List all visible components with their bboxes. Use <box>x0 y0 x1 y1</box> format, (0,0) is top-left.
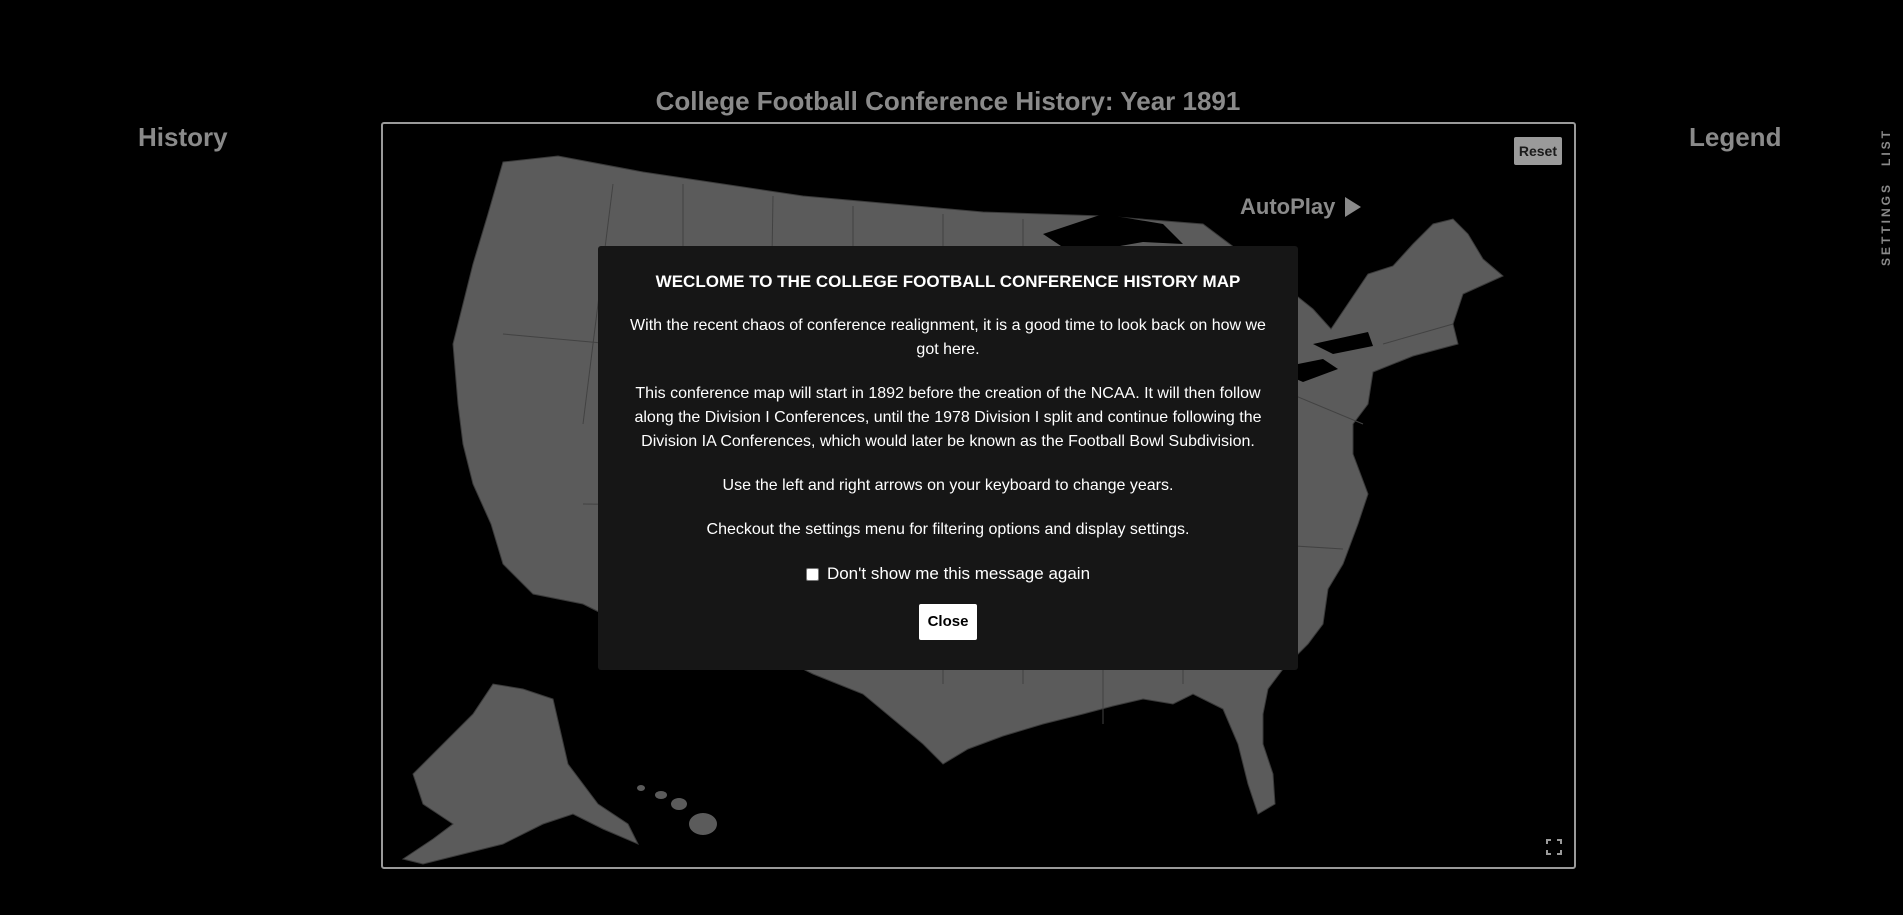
close-button[interactable]: Close <box>918 604 978 640</box>
modal-title: WECLOME TO THE COLLEGE FOOTBALL CONFEREN… <box>655 272 1241 291</box>
history-heading[interactable]: History <box>138 122 228 153</box>
play-icon <box>1345 197 1362 217</box>
hawaii-islands <box>637 785 717 835</box>
dont-show-again-checkbox[interactable] <box>805 567 819 581</box>
modal-paragraph: This conference map will start in 1892 b… <box>634 385 1262 450</box>
autoplay-label: AutoPlay <box>1240 194 1336 219</box>
fullscreen-icon[interactable] <box>1546 839 1562 855</box>
settings-tab[interactable]: SETTINGS <box>1879 180 1893 266</box>
modal-paragraph: Use the left and right arrows on your ke… <box>722 477 1174 494</box>
page-title: College Football Conference History: Yea… <box>655 86 1241 116</box>
list-tab[interactable]: LIST <box>1879 122 1893 166</box>
alaska-shape <box>401 683 640 865</box>
autoplay-button[interactable]: AutoPlay <box>1240 194 1362 220</box>
dont-show-again-row[interactable]: Don't show me this message again <box>618 562 1278 586</box>
legend-heading[interactable]: Legend <box>1689 122 1781 153</box>
modal-paragraph: Checkout the settings menu for filtering… <box>706 521 1190 538</box>
reset-button[interactable]: Reset <box>1513 137 1562 165</box>
dont-show-again-label[interactable]: Don't show me this message again <box>827 562 1090 586</box>
modal-paragraph: With the recent chaos of conference real… <box>630 317 1266 358</box>
welcome-modal: WECLOME TO THE COLLEGE FOOTBALL CONFEREN… <box>598 246 1298 670</box>
